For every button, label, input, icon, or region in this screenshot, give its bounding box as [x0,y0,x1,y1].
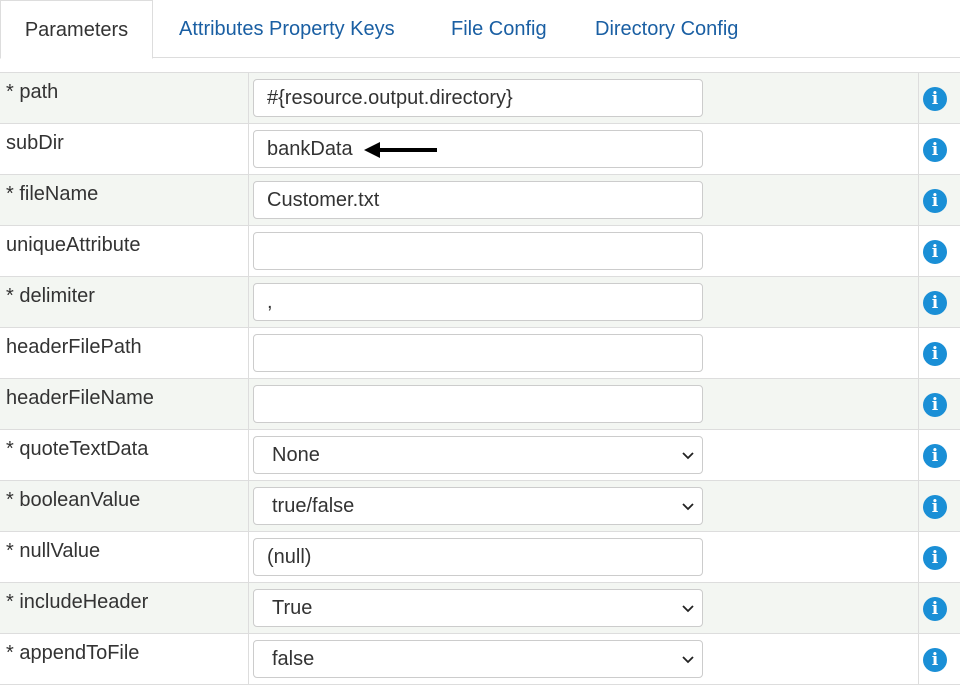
select-value: false [272,648,315,670]
param-label: uniqueAttribute [0,226,249,277]
param-row-uniqueattribute: uniqueAttribute i [0,226,960,277]
info-icon[interactable]: i [923,495,947,519]
info-icon[interactable]: i [923,597,947,621]
info-icon[interactable]: i [923,189,947,213]
param-label: * appendToFile [0,634,249,685]
quotetextdata-select[interactable]: None [253,436,703,474]
param-row-filename: * fileName Customer.txt i [0,175,960,226]
param-row-includeheader: * includeHeader True i [0,583,960,634]
appendtofile-select[interactable]: false [253,640,703,678]
uniqueattribute-input[interactable] [253,232,703,270]
select-value: true/false [272,495,355,517]
chevron-down-icon [682,503,694,511]
info-icon[interactable]: i [923,291,947,315]
param-label: headerFileName [0,379,249,430]
nullvalue-input[interactable]: (null) [253,538,703,576]
chevron-down-icon [682,605,694,613]
param-label: * path [0,73,249,124]
info-icon[interactable]: i [923,240,947,264]
info-icon[interactable]: i [923,87,947,111]
parameters-grid: * path #{resource.output.directory} i su… [0,72,960,687]
param-row-nullvalue: * nullValue (null) i [0,532,960,583]
chevron-down-icon [682,656,694,664]
tab-bar: Parameters Attributes Property Keys File… [0,0,960,59]
param-row-booleanvalue: * booleanValue true/false i [0,481,960,532]
param-row-headerfilename: headerFileName i [0,379,960,430]
select-value: None [272,444,320,466]
headerfilepath-input[interactable] [253,334,703,372]
info-icon[interactable]: i [923,342,947,366]
param-row-path: * path #{resource.output.directory} i [0,73,960,124]
includeheader-select[interactable]: True [253,589,703,627]
tab-file-config[interactable]: File Config [451,0,547,58]
left-arrow-annotation [364,142,437,158]
param-label: headerFilePath [0,328,249,379]
info-icon[interactable]: i [923,648,947,672]
param-label: subDir [0,124,249,175]
param-label: * includeHeader [0,583,249,634]
info-icon[interactable]: i [923,393,947,417]
tab-directory-config[interactable]: Directory Config [595,0,738,58]
info-icon[interactable]: i [923,444,947,468]
booleanvalue-select[interactable]: true/false [253,487,703,525]
select-value: True [272,597,313,619]
param-row-appendtofile: * appendToFile false i [0,634,960,685]
param-label: * quoteTextData [0,430,249,481]
path-input[interactable]: #{resource.output.directory} [253,79,703,117]
delimiter-input[interactable]: , [253,283,703,321]
subdir-input[interactable]: bankData [253,130,703,168]
param-label: * booleanValue [0,481,249,532]
param-label: * delimiter [0,277,249,328]
param-label: * nullValue [0,532,249,583]
chevron-down-icon [682,452,694,460]
filename-input[interactable]: Customer.txt [253,181,703,219]
param-label: * fileName [0,175,249,226]
param-row-delimiter: * delimiter , i [0,277,960,328]
tab-parameters[interactable]: Parameters [0,0,153,59]
tab-attributes-property-keys[interactable]: Attributes Property Keys [179,0,395,58]
param-row-headerfilepath: headerFilePath i [0,328,960,379]
info-icon[interactable]: i [923,546,947,570]
param-row-subdir: subDir bankData i [0,124,960,175]
param-row-quotetextdata: * quoteTextData None i [0,430,960,481]
headerfilename-input[interactable] [253,385,703,423]
info-icon[interactable]: i [923,138,947,162]
